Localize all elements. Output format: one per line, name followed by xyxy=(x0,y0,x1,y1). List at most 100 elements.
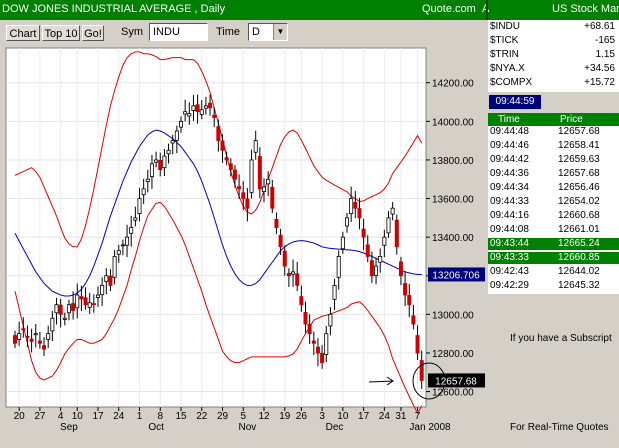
candle-body xyxy=(166,149,171,155)
date-axis: 20 27 4 10 17 24 1 8 15 22 29 5 12 19 26 3 10 17 24 31 7 Sep O… xyxy=(14,407,451,433)
candle-body xyxy=(178,120,183,128)
time-column-header: Time xyxy=(498,114,520,125)
quote-row[interactable]: $NYA.X +34.56 xyxy=(488,62,619,75)
candle-body xyxy=(295,273,300,286)
candle-body xyxy=(249,159,254,193)
x-tick-label: 7 xyxy=(415,411,421,422)
price-chart[interactable]: 12600.0012800.0013000.0013200.0013400.00… xyxy=(0,46,488,443)
trade-time: 09:44:42 xyxy=(490,154,529,165)
x-tick-label: 24 xyxy=(379,411,391,422)
candle-body xyxy=(320,352,325,364)
candle-body xyxy=(203,105,208,109)
candle-body xyxy=(100,285,105,296)
quote-row[interactable]: $INDU +68.61 xyxy=(488,20,619,33)
candle-body xyxy=(187,113,192,117)
x-tick-label: 10 xyxy=(72,411,84,422)
trade-row[interactable]: 09:44:33 12654.02 xyxy=(488,196,619,208)
trade-time: 09:44:34 xyxy=(490,182,529,193)
time-sales-header: Time Price xyxy=(488,113,619,126)
candle-body xyxy=(353,202,358,209)
x-tick-label: 5 xyxy=(240,411,246,422)
candle-body xyxy=(116,250,121,255)
trade-time: 09:44:48 xyxy=(490,126,529,137)
panel-title: US Stock Mar xyxy=(552,3,619,15)
candle-body xyxy=(58,304,63,315)
candle-body xyxy=(145,178,150,182)
month-label: Nov xyxy=(239,422,257,433)
chart-title: DOW JONES INDUSTRIAL AVERAGE , Daily xyxy=(2,3,226,15)
trade-time: 09:44:33 xyxy=(490,196,529,207)
candle-body xyxy=(224,157,229,161)
trade-row[interactable]: 09:44:08 12661.01 xyxy=(488,224,619,236)
x-tick-label: 27 xyxy=(34,411,46,422)
month-label: Dec xyxy=(326,422,344,433)
trade-row[interactable]: 09:44:48 12657.68 xyxy=(488,126,619,138)
candle-body xyxy=(332,285,337,300)
month-label: Jan 2008 xyxy=(409,422,451,433)
candle-body xyxy=(137,198,142,215)
x-tick-label: 8 xyxy=(157,411,163,422)
y-tick-label: 12600.00 xyxy=(432,388,474,399)
candle-body xyxy=(17,333,22,340)
candle-body xyxy=(261,186,266,193)
candle-body xyxy=(112,256,117,278)
trade-time: 09:42:43 xyxy=(490,266,529,277)
chevron-down-icon[interactable]: ▼ xyxy=(273,24,287,40)
candle-body xyxy=(46,333,51,340)
candle-body xyxy=(133,217,138,221)
x-tick-label: 20 xyxy=(14,411,26,422)
trade-row[interactable]: 09:42:43 12644.02 xyxy=(488,266,619,278)
candle-body xyxy=(83,297,88,306)
trade-price: 12661.01 xyxy=(558,224,600,235)
chart-area[interactable]: 12600.0012800.0013000.0013200.0013400.00… xyxy=(0,46,488,443)
candle-body xyxy=(191,105,196,111)
trade-time: 09:44:08 xyxy=(490,224,529,235)
candle-body xyxy=(311,340,316,344)
candle-body xyxy=(50,317,55,332)
candle-body xyxy=(75,294,80,309)
candle-body xyxy=(270,186,275,209)
trade-row[interactable]: 09:43:33 12660.85 xyxy=(488,252,619,264)
candle-body xyxy=(195,104,200,113)
candle-body xyxy=(174,130,179,141)
candle-body xyxy=(274,218,279,228)
candle-body xyxy=(407,295,412,306)
candle-body xyxy=(266,178,271,185)
candle-body xyxy=(170,140,175,144)
trade-row[interactable]: 09:43:44 12665.24 xyxy=(488,238,619,250)
x-tick-label: 1 xyxy=(137,411,143,422)
candle-body xyxy=(108,275,113,286)
x-tick-label: 19 xyxy=(279,411,291,422)
chart-button[interactable]: Chart xyxy=(6,25,40,41)
window-title-bar: DOW JONES INDUSTRIAL AVERAGE , Daily Quo… xyxy=(0,0,619,20)
trade-row[interactable]: 09:44:42 12659.63 xyxy=(488,154,619,166)
trade-row[interactable]: 09:44:36 12657.68 xyxy=(488,168,619,180)
candle-body xyxy=(415,335,420,354)
candle-body xyxy=(419,360,424,381)
trade-time: 09:44:46 xyxy=(490,140,529,151)
candle-body xyxy=(386,217,391,234)
trade-row[interactable]: 09:44:46 12658.41 xyxy=(488,140,619,152)
symbol-input[interactable]: INDU xyxy=(149,23,208,41)
quote-row[interactable]: $TICK -165 xyxy=(488,34,619,47)
candle-body xyxy=(291,271,296,275)
time-label: Time xyxy=(216,26,241,38)
x-tick-label: 10 xyxy=(337,411,349,422)
candle-body xyxy=(253,140,258,153)
candle-body xyxy=(257,156,262,190)
candle-body xyxy=(324,333,329,355)
candle-body xyxy=(208,102,213,109)
quote-row[interactable]: $TRIN 1.15 xyxy=(488,48,619,61)
top10-button[interactable]: Top 10 xyxy=(42,25,80,41)
go-button[interactable]: Go! xyxy=(82,25,104,41)
quote-row[interactable]: $COMPX +15.72 xyxy=(488,76,619,89)
candle-body xyxy=(278,234,283,248)
trade-row[interactable]: 09:44:34 12656.46 xyxy=(488,182,619,194)
candle-body xyxy=(361,228,366,238)
timeframe-select[interactable]: D ▼ xyxy=(248,23,288,41)
candle-body xyxy=(241,192,246,199)
window-separator xyxy=(486,0,488,20)
candle-body xyxy=(390,207,395,215)
trade-row[interactable]: 09:42:29 12645.32 xyxy=(488,280,619,292)
trade-row[interactable]: 09:44:16 12660.68 xyxy=(488,210,619,222)
